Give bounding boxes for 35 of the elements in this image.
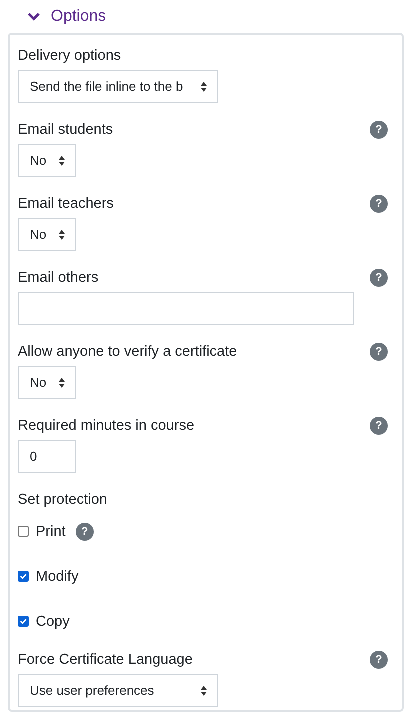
checkbox[interactable] — [18, 571, 29, 582]
field-label: Email teachers — [18, 196, 114, 212]
checkbox-label: Modify — [36, 568, 79, 584]
help-icon[interactable]: ? — [76, 522, 94, 540]
select-field[interactable]: No — [18, 218, 76, 251]
select-field[interactable]: Send the file inline to the b — [18, 70, 218, 103]
section-title: Options — [51, 8, 106, 26]
up-down-arrows-icon — [59, 378, 65, 388]
field-label: Email others — [18, 270, 99, 286]
up-down-arrows-icon — [59, 156, 65, 166]
help-icon[interactable]: ? — [370, 121, 388, 139]
up-down-arrows-icon — [201, 686, 207, 696]
field-label: Set protection — [18, 492, 108, 508]
checkbox-label: Print — [36, 524, 66, 540]
input-field[interactable] — [18, 292, 354, 325]
field-label: Allow anyone to verify a certificate — [18, 344, 238, 360]
up-down-arrows-icon — [59, 230, 65, 240]
help-icon[interactable]: ? — [370, 651, 388, 669]
field-label: Force Certificate Language — [18, 652, 193, 668]
help-icon[interactable]: ? — [370, 195, 388, 213]
select-field[interactable]: No — [18, 144, 76, 177]
select-field[interactable]: No — [18, 366, 76, 399]
select-field[interactable]: Use user preferences — [18, 674, 218, 707]
help-icon[interactable]: ? — [370, 269, 388, 287]
help-icon[interactable]: ? — [370, 343, 388, 361]
input-field[interactable]: 0 — [18, 440, 76, 473]
field-label: Required minutes in course — [18, 418, 195, 434]
checkbox[interactable] — [18, 616, 29, 627]
field-label: Email students — [18, 122, 114, 138]
help-icon[interactable]: ? — [370, 417, 388, 435]
field-label: Delivery options — [18, 48, 122, 64]
checkbox-label: Copy — [36, 614, 70, 630]
section-toggle[interactable]: Options — [8, 5, 404, 29]
checkbox[interactable] — [18, 526, 29, 537]
up-down-arrows-icon — [201, 82, 207, 92]
